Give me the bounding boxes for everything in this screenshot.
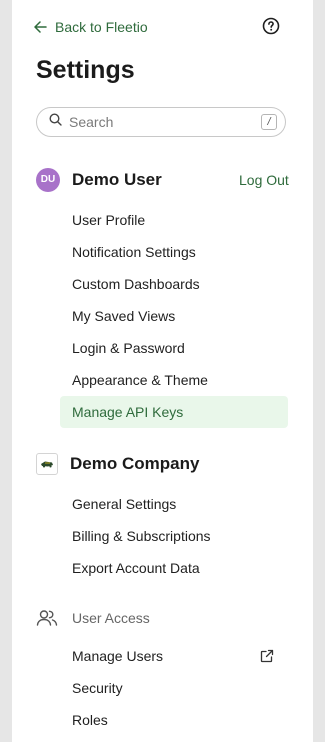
- user-name: Demo User: [72, 170, 162, 189]
- users-icon: [36, 609, 58, 627]
- nav-item-user-profile[interactable]: User Profile: [60, 204, 288, 236]
- user-access-section-header: User Access: [36, 609, 150, 627]
- back-link-label: Back to Fleetio: [55, 19, 148, 35]
- user-access-title: User Access: [72, 610, 150, 626]
- nav-item-label: Manage Users: [72, 648, 164, 664]
- company-logo: [36, 453, 58, 475]
- settings-sidebar: Back to Fleetio Settings / DU Demo User …: [12, 0, 313, 742]
- nav-item-appearance-theme[interactable]: Appearance & Theme: [60, 364, 288, 396]
- company-section-header: Demo Company: [36, 453, 199, 475]
- company-name: Demo Company: [70, 454, 200, 473]
- page-title: Settings: [36, 56, 135, 84]
- search-input[interactable]: [69, 114, 261, 130]
- search-shortcut-hint: /: [261, 114, 277, 130]
- nav-item-manage-api-keys[interactable]: Manage API Keys: [60, 396, 288, 428]
- nav-item-general-settings[interactable]: General Settings: [60, 488, 288, 520]
- logout-link[interactable]: Log Out: [239, 171, 289, 189]
- avatar: DU: [36, 168, 60, 192]
- question-circle-icon[interactable]: [262, 17, 280, 35]
- nav-item-my-saved-views[interactable]: My Saved Views: [60, 300, 288, 332]
- arrow-left-icon: [34, 21, 47, 33]
- nav-item-billing-subscriptions[interactable]: Billing & Subscriptions: [60, 520, 288, 552]
- nav-item-export-account-data[interactable]: Export Account Data: [60, 552, 288, 584]
- back-to-fleetio-link[interactable]: Back to Fleetio: [34, 16, 148, 38]
- nav-item-notification-settings[interactable]: Notification Settings: [60, 236, 288, 268]
- nav-item-custom-dashboards[interactable]: Custom Dashboards: [60, 268, 288, 300]
- nav-item-security[interactable]: Security: [60, 672, 288, 704]
- external-link-icon: [260, 649, 274, 663]
- company-logo-icon: [41, 461, 53, 468]
- nav-item-login-password[interactable]: Login & Password: [60, 332, 288, 364]
- magnifier-icon: [49, 113, 62, 131]
- nav-item-roles[interactable]: Roles: [60, 704, 288, 736]
- search-box: /: [36, 107, 286, 137]
- user-section-header: DU Demo User: [36, 168, 162, 192]
- nav-item-manage-users[interactable]: Manage Users: [60, 640, 288, 672]
